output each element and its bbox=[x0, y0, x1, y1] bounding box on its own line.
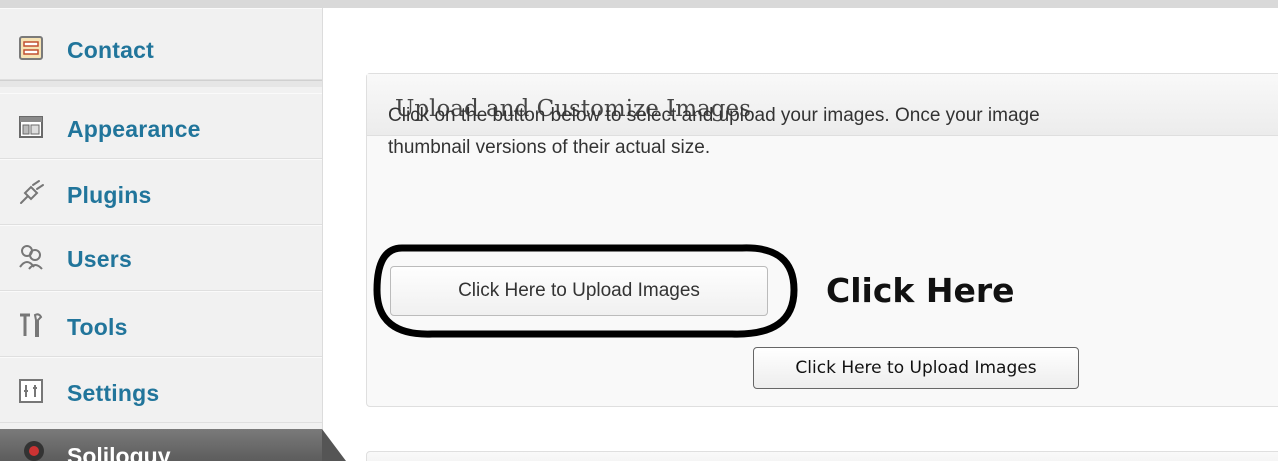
admin-sidebar: Contact Appearance Plugins Users Tools S… bbox=[0, 8, 323, 461]
sidebar-item-label: Tools bbox=[67, 314, 128, 340]
click-here-annotation: Click Here bbox=[826, 271, 1015, 310]
sidebar-item-label: Contact bbox=[67, 37, 155, 63]
sidebar-item-label: Plugins bbox=[67, 182, 152, 208]
sidebar-item-appearance[interactable]: Appearance bbox=[0, 93, 322, 159]
sidebar-item-contact[interactable]: Contact bbox=[0, 8, 322, 80]
sidebar-item-label: Appearance bbox=[67, 116, 201, 142]
upload-description: Click on the button below to select and … bbox=[388, 100, 1278, 164]
users-icon bbox=[14, 240, 48, 274]
sidebar-item-users[interactable]: Users bbox=[0, 225, 322, 291]
top-strip bbox=[0, 0, 1278, 8]
plugins-icon bbox=[14, 176, 48, 210]
appearance-icon bbox=[14, 110, 48, 144]
sidebar-item-soliloquy[interactable]: Soliloquy bbox=[0, 429, 322, 461]
next-postbox-header bbox=[366, 451, 1278, 461]
description-line: thumbnail versions of their actual size. bbox=[388, 137, 711, 158]
active-menu-arrow bbox=[322, 429, 346, 461]
tools-icon bbox=[14, 308, 48, 342]
sidebar-item-settings[interactable]: Settings bbox=[0, 357, 322, 423]
sidebar-item-plugins[interactable]: Plugins bbox=[0, 159, 322, 225]
wp-admin-screen: Contact Appearance Plugins Users Tools S… bbox=[0, 0, 1278, 461]
upload-images-button-tooltip[interactable]: Click Here to Upload Images bbox=[753, 347, 1079, 389]
sidebar-item-tools[interactable]: Tools bbox=[0, 291, 322, 357]
sidebar-item-label: Settings bbox=[67, 380, 160, 406]
sidebar-item-label: Soliloquy bbox=[67, 443, 171, 461]
menu-separator bbox=[0, 80, 322, 87]
upload-images-button[interactable]: Click Here to Upload Images bbox=[390, 266, 768, 316]
settings-icon bbox=[14, 374, 48, 408]
sidebar-item-label: Users bbox=[67, 246, 132, 272]
soliloquy-icon bbox=[22, 439, 46, 461]
contact-form-icon bbox=[14, 31, 48, 65]
description-line: Click on the button below to select and … bbox=[388, 105, 1040, 126]
